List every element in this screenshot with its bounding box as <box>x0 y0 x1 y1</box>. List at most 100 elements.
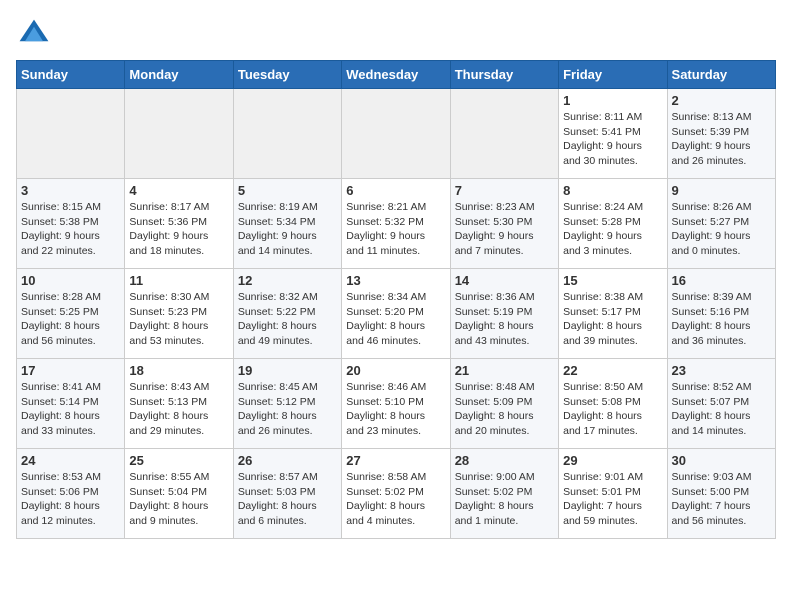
weekday-header-thursday: Thursday <box>450 61 558 89</box>
day-number: 22 <box>563 363 662 378</box>
day-info: Sunrise: 8:19 AM Sunset: 5:34 PM Dayligh… <box>238 200 337 259</box>
calendar-cell <box>125 89 233 179</box>
calendar-cell: 13 Sunrise: 8:34 AM Sunset: 5:20 PM Dayli… <box>342 269 450 359</box>
calendar-cell: 19 Sunrise: 8:45 AM Sunset: 5:12 PM Dayli… <box>233 359 341 449</box>
calendar-cell: 4 Sunrise: 8:17 AM Sunset: 5:36 PM Daylig… <box>125 179 233 269</box>
calendar-table: SundayMondayTuesdayWednesdayThursdayFrid… <box>16 60 776 539</box>
calendar-cell: 23 Sunrise: 8:52 AM Sunset: 5:07 PM Dayli… <box>667 359 775 449</box>
day-number: 9 <box>672 183 771 198</box>
day-info: Sunrise: 8:15 AM Sunset: 5:38 PM Dayligh… <box>21 200 120 259</box>
calendar-cell: 25 Sunrise: 8:55 AM Sunset: 5:04 PM Dayli… <box>125 449 233 539</box>
day-info: Sunrise: 8:58 AM Sunset: 5:02 PM Dayligh… <box>346 470 445 529</box>
day-number: 21 <box>455 363 554 378</box>
calendar-cell: 30 Sunrise: 9:03 AM Sunset: 5:00 PM Dayli… <box>667 449 775 539</box>
week-row-4: 17 Sunrise: 8:41 AM Sunset: 5:14 PM Dayli… <box>17 359 776 449</box>
day-info: Sunrise: 8:52 AM Sunset: 5:07 PM Dayligh… <box>672 380 771 439</box>
weekday-header-monday: Monday <box>125 61 233 89</box>
day-number: 18 <box>129 363 228 378</box>
week-row-5: 24Sunrise: 8:53 AM Sunset: 5:06 PM Dayli… <box>17 449 776 539</box>
calendar-cell: 8Sunrise: 8:24 AM Sunset: 5:28 PM Daylig… <box>559 179 667 269</box>
calendar-cell <box>342 89 450 179</box>
day-number: 8 <box>563 183 662 198</box>
day-number: 10 <box>21 273 120 288</box>
day-number: 7 <box>455 183 554 198</box>
day-info: Sunrise: 8:21 AM Sunset: 5:32 PM Dayligh… <box>346 200 445 259</box>
day-number: 28 <box>455 453 554 468</box>
day-info: Sunrise: 8:17 AM Sunset: 5:36 PM Dayligh… <box>129 200 228 259</box>
day-info: Sunrise: 9:03 AM Sunset: 5:00 PM Dayligh… <box>672 470 771 529</box>
day-number: 17 <box>21 363 120 378</box>
day-info: Sunrise: 8:45 AM Sunset: 5:12 PM Dayligh… <box>238 380 337 439</box>
day-number: 20 <box>346 363 445 378</box>
calendar-cell: 11 Sunrise: 8:30 AM Sunset: 5:23 PM Dayli… <box>125 269 233 359</box>
day-number: 1 <box>563 93 662 108</box>
day-number: 4 <box>129 183 228 198</box>
weekday-header-sunday: Sunday <box>17 61 125 89</box>
day-number: 26 <box>238 453 337 468</box>
week-row-2: 3 Sunrise: 8:15 AM Sunset: 5:38 PM Daylig… <box>17 179 776 269</box>
calendar-cell: 18 Sunrise: 8:43 AM Sunset: 5:13 PM Dayli… <box>125 359 233 449</box>
day-info: Sunrise: 8:46 AM Sunset: 5:10 PM Dayligh… <box>346 380 445 439</box>
page-header <box>16 16 776 52</box>
day-number: 11 <box>129 273 228 288</box>
calendar-cell: 12Sunrise: 8:32 AM Sunset: 5:22 PM Dayli… <box>233 269 341 359</box>
day-number: 14 <box>455 273 554 288</box>
day-info: Sunrise: 8:57 AM Sunset: 5:03 PM Dayligh… <box>238 470 337 529</box>
calendar-cell: 6 Sunrise: 8:21 AM Sunset: 5:32 PM Daylig… <box>342 179 450 269</box>
day-info: Sunrise: 8:36 AM Sunset: 5:19 PM Dayligh… <box>455 290 554 349</box>
day-info: Sunrise: 8:30 AM Sunset: 5:23 PM Dayligh… <box>129 290 228 349</box>
calendar-cell: 20 Sunrise: 8:46 AM Sunset: 5:10 PM Dayli… <box>342 359 450 449</box>
day-number: 30 <box>672 453 771 468</box>
day-number: 27 <box>346 453 445 468</box>
calendar-cell: 27 Sunrise: 8:58 AM Sunset: 5:02 PM Dayli… <box>342 449 450 539</box>
day-info: Sunrise: 8:41 AM Sunset: 5:14 PM Dayligh… <box>21 380 120 439</box>
day-info: Sunrise: 8:11 AM Sunset: 5:41 PM Dayligh… <box>563 110 662 169</box>
day-number: 3 <box>21 183 120 198</box>
calendar-cell: 2 Sunrise: 8:13 AM Sunset: 5:39 PM Daylig… <box>667 89 775 179</box>
day-info: Sunrise: 9:01 AM Sunset: 5:01 PM Dayligh… <box>563 470 662 529</box>
calendar-cell <box>233 89 341 179</box>
day-info: Sunrise: 8:26 AM Sunset: 5:27 PM Dayligh… <box>672 200 771 259</box>
day-number: 25 <box>129 453 228 468</box>
calendar-cell: 17 Sunrise: 8:41 AM Sunset: 5:14 PM Dayli… <box>17 359 125 449</box>
day-info: Sunrise: 8:32 AM Sunset: 5:22 PM Dayligh… <box>238 290 337 349</box>
day-number: 13 <box>346 273 445 288</box>
calendar-cell: 29 Sunrise: 9:01 AM Sunset: 5:01 PM Dayli… <box>559 449 667 539</box>
day-info: Sunrise: 8:38 AM Sunset: 5:17 PM Dayligh… <box>563 290 662 349</box>
weekday-header-friday: Friday <box>559 61 667 89</box>
day-info: Sunrise: 8:43 AM Sunset: 5:13 PM Dayligh… <box>129 380 228 439</box>
day-number: 29 <box>563 453 662 468</box>
calendar-cell: 16Sunrise: 8:39 AM Sunset: 5:16 PM Dayli… <box>667 269 775 359</box>
day-number: 24 <box>21 453 120 468</box>
day-number: 19 <box>238 363 337 378</box>
day-number: 5 <box>238 183 337 198</box>
calendar-cell: 7 Sunrise: 8:23 AM Sunset: 5:30 PM Daylig… <box>450 179 558 269</box>
calendar-cell: 14 Sunrise: 8:36 AM Sunset: 5:19 PM Dayli… <box>450 269 558 359</box>
logo <box>16 16 56 52</box>
day-info: Sunrise: 8:23 AM Sunset: 5:30 PM Dayligh… <box>455 200 554 259</box>
day-info: Sunrise: 8:13 AM Sunset: 5:39 PM Dayligh… <box>672 110 771 169</box>
calendar-cell: 15 Sunrise: 8:38 AM Sunset: 5:17 PM Dayli… <box>559 269 667 359</box>
day-number: 23 <box>672 363 771 378</box>
weekday-header-wednesday: Wednesday <box>342 61 450 89</box>
calendar-cell <box>450 89 558 179</box>
weekday-header-tuesday: Tuesday <box>233 61 341 89</box>
day-info: Sunrise: 8:48 AM Sunset: 5:09 PM Dayligh… <box>455 380 554 439</box>
calendar-cell: 10 Sunrise: 8:28 AM Sunset: 5:25 PM Dayli… <box>17 269 125 359</box>
day-info: Sunrise: 8:55 AM Sunset: 5:04 PM Dayligh… <box>129 470 228 529</box>
calendar-cell: 22Sunrise: 8:50 AM Sunset: 5:08 PM Dayli… <box>559 359 667 449</box>
calendar-cell: 21 Sunrise: 8:48 AM Sunset: 5:09 PM Dayli… <box>450 359 558 449</box>
day-info: Sunrise: 8:28 AM Sunset: 5:25 PM Dayligh… <box>21 290 120 349</box>
day-info: Sunrise: 8:39 AM Sunset: 5:16 PM Dayligh… <box>672 290 771 349</box>
calendar-cell: 3 Sunrise: 8:15 AM Sunset: 5:38 PM Daylig… <box>17 179 125 269</box>
day-info: Sunrise: 9:00 AM Sunset: 5:02 PM Dayligh… <box>455 470 554 529</box>
day-number: 2 <box>672 93 771 108</box>
calendar-header-row: SundayMondayTuesdayWednesdayThursdayFrid… <box>17 61 776 89</box>
day-number: 6 <box>346 183 445 198</box>
week-row-3: 10 Sunrise: 8:28 AM Sunset: 5:25 PM Dayli… <box>17 269 776 359</box>
calendar-cell: 9 Sunrise: 8:26 AM Sunset: 5:27 PM Daylig… <box>667 179 775 269</box>
weekday-header-saturday: Saturday <box>667 61 775 89</box>
day-info: Sunrise: 8:34 AM Sunset: 5:20 PM Dayligh… <box>346 290 445 349</box>
day-number: 15 <box>563 273 662 288</box>
calendar-cell: 24Sunrise: 8:53 AM Sunset: 5:06 PM Dayli… <box>17 449 125 539</box>
